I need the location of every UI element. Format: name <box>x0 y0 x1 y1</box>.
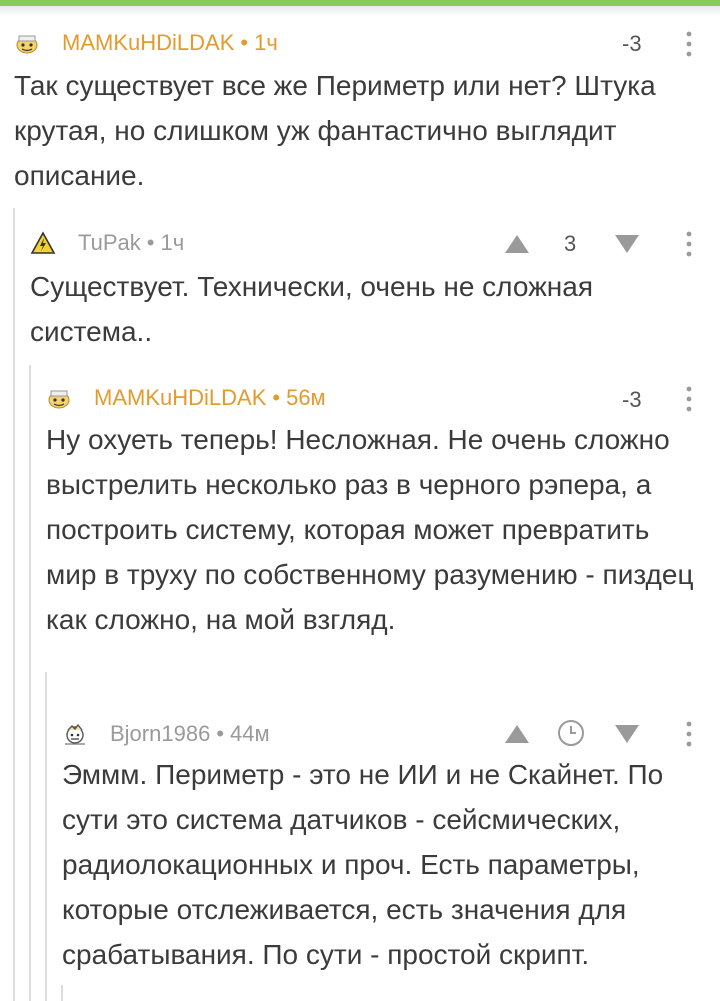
avatar[interactable] <box>62 722 88 746</box>
meta-separator: • <box>216 721 225 746</box>
comment-header: Bjorn1986 • 44м <box>62 719 270 749</box>
kebab-more-icon[interactable] <box>686 721 692 747</box>
comment: Bjorn1986 • 44м Эммм. Периметр - это не … <box>0 0 720 1001</box>
comment-meta: Bjorn1986 • 44м <box>110 721 270 747</box>
downvote-icon[interactable] <box>614 724 640 744</box>
author-name[interactable]: Bjorn1986 <box>110 721 210 747</box>
clock-icon[interactable] <box>557 719 585 747</box>
comment-text: Эммм. Периметр - это не ИИ и не Скайнет.… <box>62 759 664 970</box>
upvote-icon[interactable] <box>504 724 530 744</box>
comment-time[interactable]: 44м <box>230 721 270 747</box>
